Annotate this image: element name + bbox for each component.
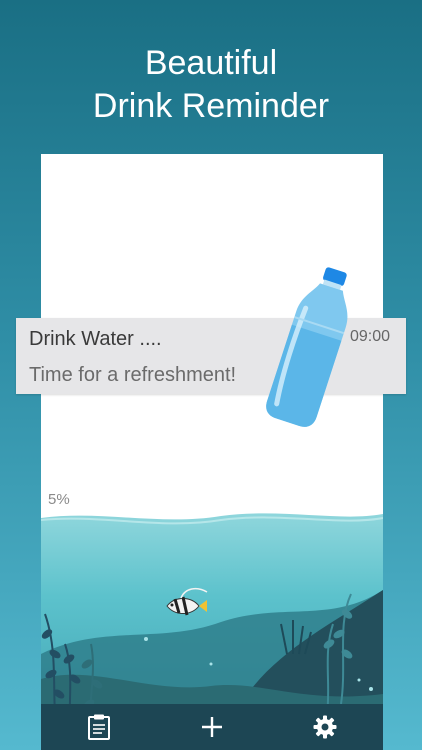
promo-headline: Beautiful Drink Reminder [0,42,422,128]
settings-button[interactable] [310,712,340,742]
notification-title: Drink Water .... [29,328,162,350]
plus-icon [202,717,222,737]
history-button[interactable] [84,712,114,742]
app-screen: 5% [41,154,383,750]
gear-icon [313,715,337,739]
notification-message: Time for a refreshment! [29,364,237,386]
bottom-nav-bar [41,704,383,750]
clipboard-icon [88,714,110,740]
water-bottle-illustration [266,267,348,427]
headline-line-1: Beautiful [144,44,278,82]
add-drink-button[interactable] [197,712,227,742]
headline-line-2: Drink Reminder [92,87,330,125]
